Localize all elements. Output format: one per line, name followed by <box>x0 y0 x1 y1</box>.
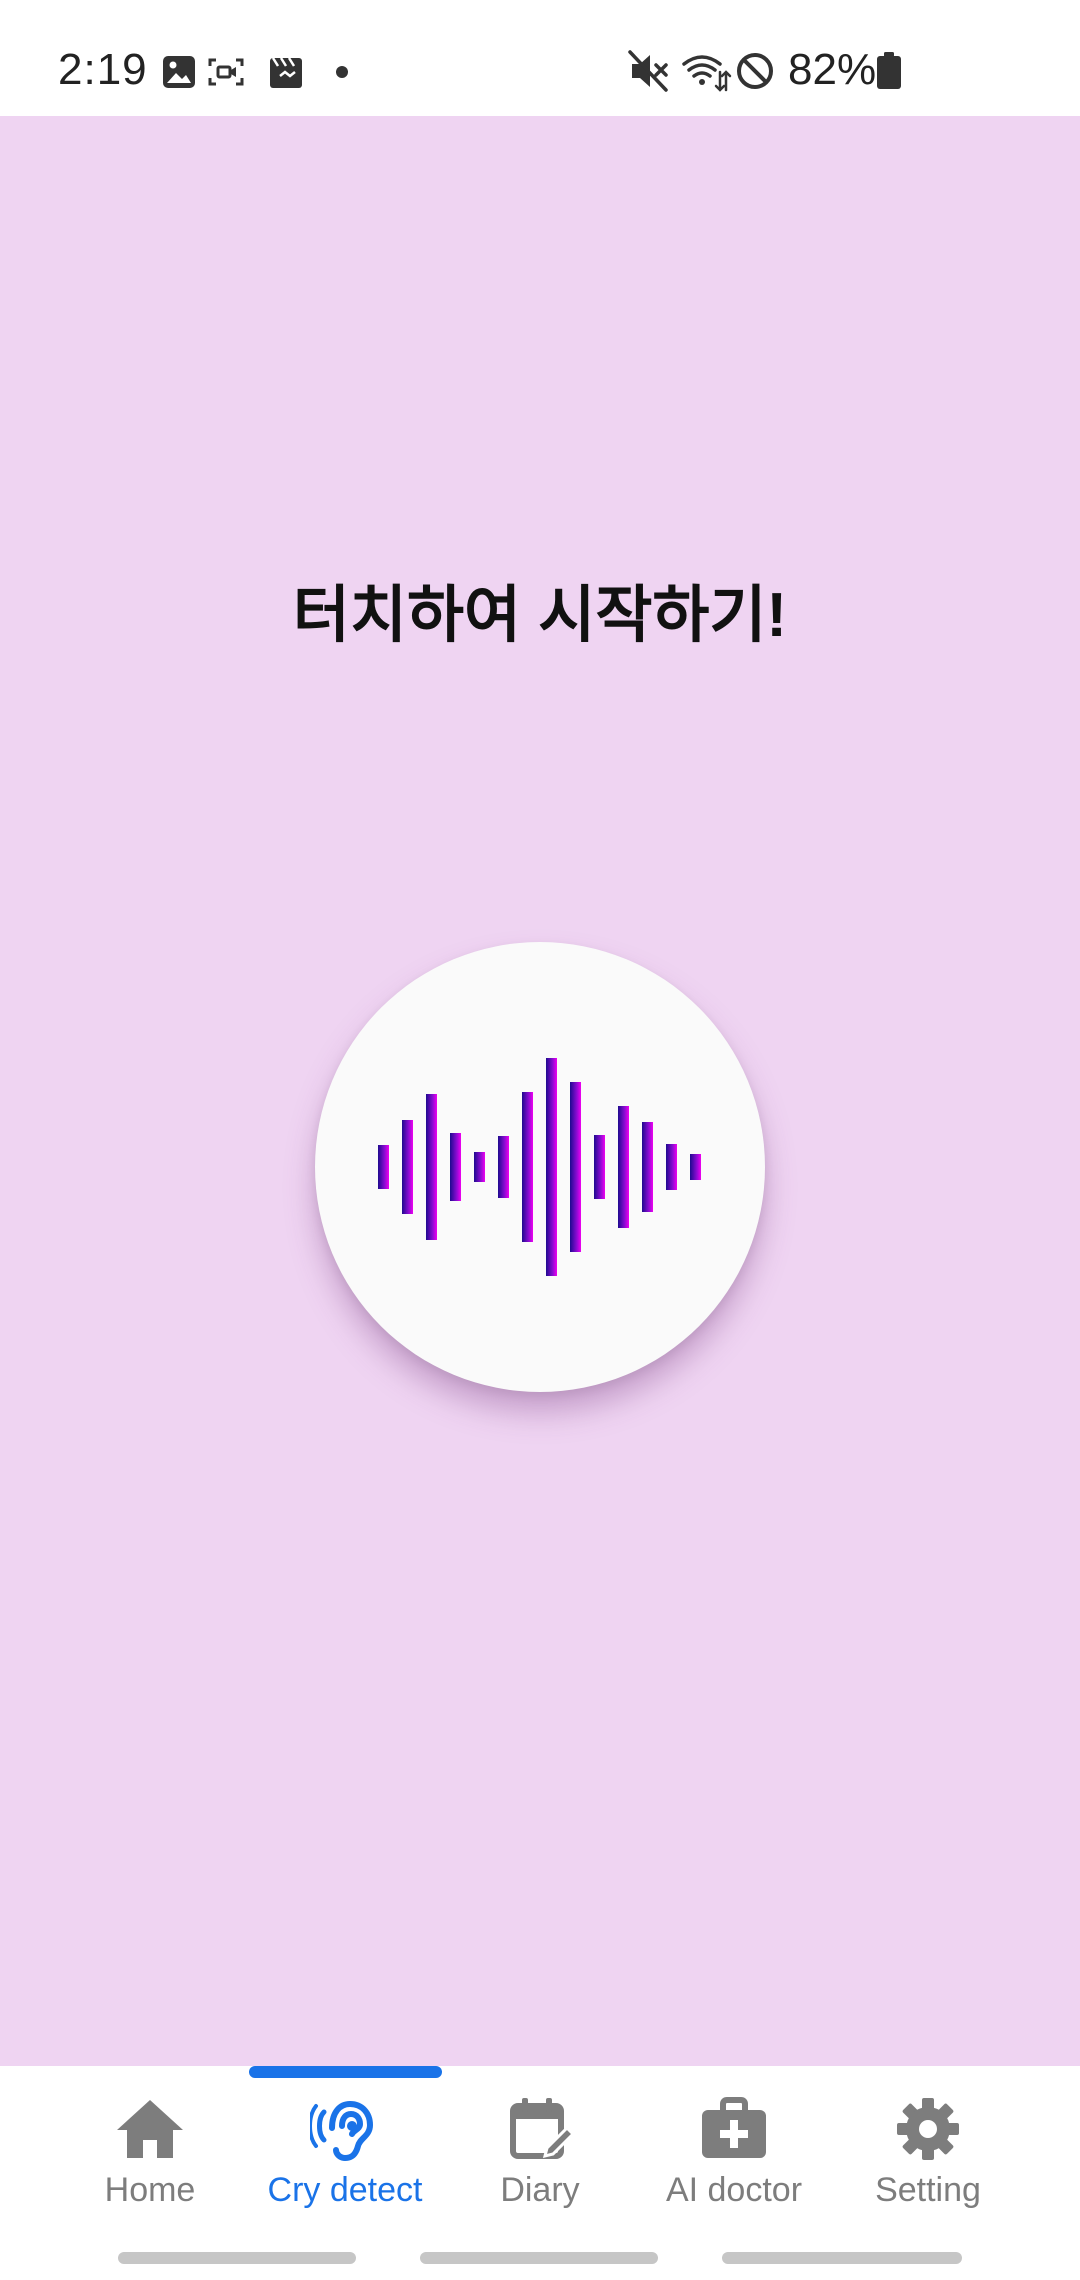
start-prompt: 터치하여 시작하기! <box>292 581 788 650</box>
gesture-bar-center[interactable] <box>420 2252 658 2264</box>
app-screen: 2:19 82% 터치하여 시작하기! Home Cry detect Diar… <box>0 0 1080 2280</box>
home-icon <box>117 2100 183 2158</box>
ear-icon <box>310 2100 374 2162</box>
active-tab-indicator <box>249 2066 442 2078</box>
cry-detect-screen: 터치하여 시작하기! <box>0 116 1080 2066</box>
status-bar: 2:19 82% <box>0 0 1080 116</box>
status-time: 2:19 <box>58 45 148 94</box>
status-left-icons <box>163 56 348 88</box>
video-clip-icon <box>270 57 302 88</box>
gear-icon <box>897 2098 959 2160</box>
wave-bar <box>642 1122 653 1212</box>
wave-bar <box>426 1094 437 1240</box>
wave-bar <box>666 1144 677 1190</box>
nav-ai-doctor[interactable]: AI doctor <box>636 2096 832 2246</box>
nav-label-diary: Diary <box>500 2171 580 2209</box>
nav-label-cry-detect: Cry detect <box>267 2171 423 2209</box>
wave-bar <box>546 1058 557 1276</box>
do-not-disturb-icon <box>737 53 773 89</box>
battery-percent: 82% <box>788 45 877 94</box>
nav-setting[interactable]: Setting <box>830 2096 1026 2246</box>
wave-bar <box>522 1092 533 1242</box>
mute-icon <box>628 50 668 92</box>
sound-wave-icon <box>378 1058 701 1276</box>
medical-kit-icon <box>702 2097 766 2158</box>
battery-icon <box>877 52 901 89</box>
wave-bar <box>498 1136 509 1198</box>
nav-home[interactable]: Home <box>52 2096 248 2246</box>
nav-label-ai-doctor: AI doctor <box>665 2171 803 2209</box>
nav-label-setting: Setting <box>875 2171 981 2209</box>
nav-diary[interactable]: Diary <box>442 2096 638 2246</box>
wave-bar <box>690 1154 701 1180</box>
nav-cry-detect[interactable]: Cry detect <box>247 2096 443 2246</box>
dot-icon <box>336 66 348 78</box>
wave-bar <box>594 1135 605 1199</box>
gallery-icon <box>163 56 195 88</box>
wifi-icon <box>682 55 732 92</box>
nav-label-home: Home <box>104 2171 196 2209</box>
gesture-bar-right[interactable] <box>722 2252 962 2264</box>
wave-bar <box>570 1082 581 1252</box>
wave-bar <box>618 1106 629 1228</box>
screen-record-icon <box>208 58 244 86</box>
wave-bar <box>450 1133 461 1201</box>
bottom-navigation: Home Cry detect Diary AI doctor Setting <box>0 2066 1080 2276</box>
gesture-bar-left[interactable] <box>118 2252 356 2264</box>
status-right-icons <box>628 50 773 92</box>
wave-bar <box>474 1152 485 1182</box>
start-detect-button[interactable] <box>315 942 765 1392</box>
wave-bar <box>402 1120 413 1214</box>
calendar-edit-icon <box>510 2098 575 2159</box>
wave-bar <box>378 1145 389 1189</box>
